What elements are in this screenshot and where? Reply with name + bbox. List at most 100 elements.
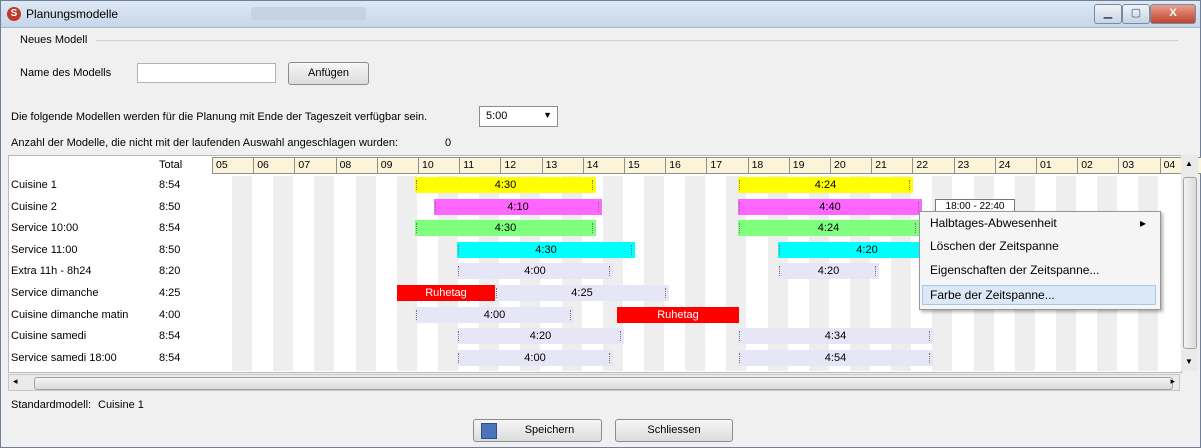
time-span-bar[interactable]: 4:40 — [738, 198, 922, 215]
horizontal-scrollbar[interactable]: ◂ ▸ — [8, 374, 1180, 391]
span-start-handle[interactable] — [416, 309, 418, 320]
menu-item-span-properties[interactable]: Eigenschaften der Zeitspanne... — [930, 263, 1099, 277]
span-end-handle[interactable] — [915, 223, 917, 234]
grid-stripe — [355, 176, 376, 371]
row-name[interactable]: Service samedi 18:00 — [11, 352, 117, 364]
span-end-handle[interactable] — [609, 352, 611, 363]
span-start-handle[interactable] — [739, 352, 741, 363]
span-end-handle[interactable] — [875, 266, 877, 277]
time-span-bar[interactable]: 4:00 — [457, 263, 613, 280]
submenu-arrow-icon: ▸ — [1140, 216, 1147, 230]
span-end-handle[interactable] — [592, 223, 594, 234]
hour-header-10: 10 — [418, 157, 461, 174]
vertical-scrollbar[interactable]: ▲ ▼ — [1181, 155, 1198, 371]
time-span-bar[interactable]: 4:10 — [434, 198, 602, 215]
hour-header-16: 16 — [665, 157, 708, 174]
time-span-bar[interactable]: 4:00 — [457, 349, 613, 366]
time-span-bar[interactable]: 4:00 — [415, 306, 574, 323]
time-span-bar[interactable]: 4:30 — [457, 241, 635, 258]
span-start-handle[interactable] — [416, 223, 418, 234]
row-total: 8:54 — [159, 351, 181, 364]
chevron-down-icon: ▼ — [543, 110, 552, 120]
row-name[interactable]: Service dimanche — [11, 287, 98, 299]
time-span-bar[interactable]: 4:20 — [457, 328, 624, 345]
context-menu: Halbtages-Abwesenheit ▸ Löschen der Zeit… — [919, 211, 1161, 310]
hour-header-19: 19 — [788, 157, 831, 174]
span-start-handle[interactable] — [779, 266, 781, 277]
minimize-button[interactable]: ▁ — [1094, 4, 1122, 24]
span-start-handle[interactable] — [458, 352, 460, 363]
span-end-handle[interactable] — [592, 180, 594, 190]
span-start-handle[interactable] — [416, 180, 418, 190]
hour-header-12: 12 — [500, 157, 543, 174]
span-start-handle[interactable] — [496, 288, 498, 298]
span-start-handle[interactable] — [458, 244, 460, 255]
time-span-bar[interactable]: Ruhetag — [397, 285, 495, 301]
span-end-handle[interactable] — [929, 352, 931, 363]
end-time-select[interactable]: 5:00 ▼ — [479, 106, 558, 127]
hour-header-17: 17 — [706, 157, 749, 174]
span-end-handle[interactable] — [929, 331, 931, 342]
scroll-right-icon[interactable]: ▸ — [1170, 376, 1175, 387]
default-model-value: Cuisine 1 — [98, 399, 144, 411]
hour-header-05: 05 — [212, 157, 255, 174]
time-span-bar[interactable]: Ruhetag — [617, 306, 739, 323]
row-name[interactable]: Cuisine 1 — [11, 179, 57, 191]
save-button[interactable]: Speichern — [473, 419, 602, 442]
grid-stripe — [396, 176, 417, 371]
row-name[interactable]: Cuisine 2 — [11, 201, 57, 213]
app-icon: S — [7, 7, 21, 21]
end-time-text: Die folgende Modellen werden für die Pla… — [11, 111, 428, 123]
close-window-button[interactable]: X — [1150, 4, 1196, 24]
planning-models-window: S Planungsmodelle ▁ ▢ X Neues Modell Nam… — [0, 0, 1201, 448]
menu-item-half-day-absence[interactable]: Halbtages-Abwesenheit — [930, 216, 1057, 230]
scroll-up-icon[interactable]: ▲ — [1185, 159, 1193, 168]
time-span-bar[interactable]: 4:24 — [738, 177, 913, 193]
row-name[interactable]: Cuisine samedi — [11, 330, 86, 342]
close-button[interactable]: Schliessen — [615, 419, 733, 442]
span-end-handle[interactable] — [609, 266, 611, 277]
scroll-left-icon[interactable]: ◂ — [13, 376, 18, 387]
vertical-scroll-thumb[interactable] — [1183, 177, 1197, 349]
time-span-bar[interactable]: 4:30 — [415, 177, 596, 193]
row-total: 8:50 — [159, 200, 181, 213]
span-start-handle[interactable] — [458, 266, 460, 277]
span-end-handle[interactable] — [631, 244, 633, 255]
floppy-disk-icon — [481, 423, 497, 439]
maximize-button[interactable]: ▢ — [1122, 4, 1150, 24]
grid-stripe — [273, 176, 294, 371]
time-span-bar[interactable]: 4:54 — [738, 349, 933, 366]
span-start-handle[interactable] — [739, 331, 741, 342]
span-end-handle[interactable] — [570, 309, 572, 320]
hour-header-07: 07 — [294, 157, 337, 174]
span-end-handle[interactable] — [598, 201, 600, 212]
model-name-input[interactable] — [137, 63, 276, 83]
span-end-handle[interactable] — [909, 180, 911, 190]
span-start-handle[interactable] — [458, 331, 460, 342]
row-name[interactable]: Cuisine dimanche matin — [11, 309, 128, 321]
hour-header-24: 24 — [994, 157, 1037, 174]
time-span-bar[interactable]: 4:24 — [738, 220, 919, 237]
menu-item-delete-span[interactable]: Löschen der Zeitspanne — [930, 239, 1059, 253]
span-start-handle[interactable] — [739, 223, 741, 234]
span-start-handle[interactable] — [779, 244, 781, 255]
menu-item-span-color[interactable]: Farbe der Zeitspanne... — [930, 288, 1055, 302]
hour-header-06: 06 — [253, 157, 296, 174]
horizontal-scroll-thumb[interactable] — [34, 377, 1173, 390]
time-span-bar[interactable]: 4:25 — [495, 285, 669, 301]
span-start-handle[interactable] — [739, 180, 741, 190]
row-name[interactable]: Extra 11h - 8h24 — [11, 265, 92, 277]
span-start-handle[interactable] — [435, 201, 437, 212]
total-header: Total — [159, 159, 183, 171]
span-start-handle[interactable] — [739, 201, 741, 212]
row-name[interactable]: Service 11:00 — [11, 244, 77, 256]
row-name[interactable]: Service 10:00 — [11, 222, 78, 234]
span-end-handle[interactable] — [665, 288, 667, 298]
scroll-down-icon[interactable]: ▼ — [1185, 357, 1193, 366]
time-span-bar[interactable]: 4:20 — [778, 263, 879, 280]
span-end-handle[interactable] — [620, 331, 622, 342]
time-span-bar[interactable]: 4:34 — [738, 328, 933, 345]
title-bar[interactable]: S Planungsmodelle ▁ ▢ X — [1, 1, 1200, 28]
add-model-button[interactable]: Anfügen — [288, 62, 369, 85]
time-span-bar[interactable]: 4:30 — [415, 220, 596, 237]
